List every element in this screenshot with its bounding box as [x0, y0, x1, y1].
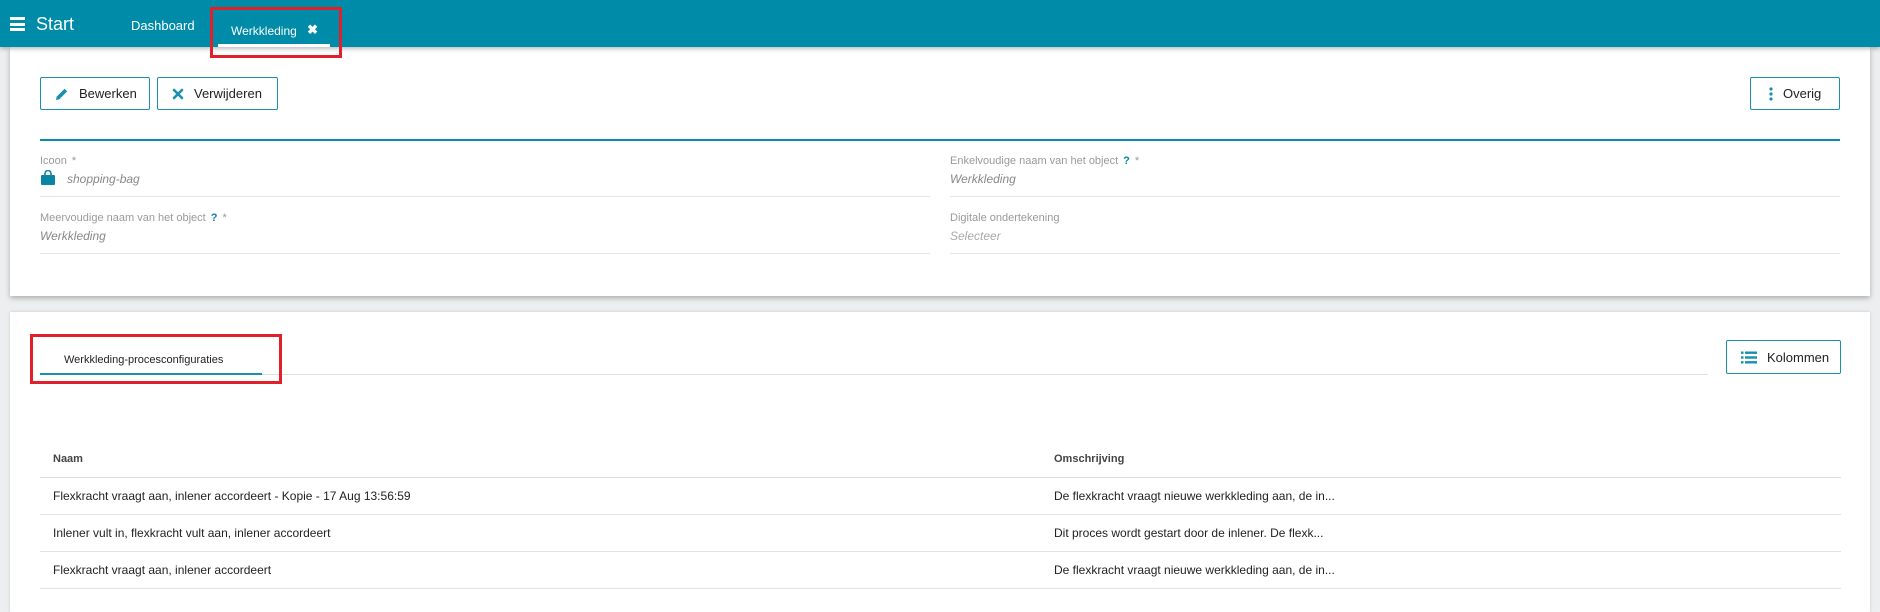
icon-field-value: shopping-bag: [67, 172, 140, 186]
record-details-card: Bewerken Verwijderen Overig Icoon * shopp…: [10, 47, 1870, 296]
list-icon: [1741, 351, 1757, 363]
vertical-dots-icon: [1769, 86, 1773, 101]
required-marker: *: [1134, 155, 1140, 167]
pencil-icon: [56, 88, 68, 100]
help-icon[interactable]: ?: [1123, 155, 1130, 167]
icon-field[interactable]: Icoon * shopping-bag: [40, 154, 930, 197]
plural-name-label: Meervoudige naam van het object? *: [40, 212, 227, 224]
cell-omschrijving: De flexkracht vraagt nieuwe werkkleding …: [1041, 551, 1841, 589]
plural-name-field[interactable]: Meervoudige naam van het object? * Werkkl…: [40, 211, 930, 254]
cell-naam: Inlener vult in, flexkracht vult aan, in…: [40, 514, 1041, 552]
more-options-button[interactable]: Overig: [1750, 77, 1840, 110]
table-row[interactable]: Inlener vult in, flexkracht vult aan, in…: [40, 514, 1841, 552]
tab-procesconfiguraties-label: Werkkleding-procesconfiguraties: [64, 354, 224, 366]
required-marker: *: [71, 155, 77, 167]
delete-button-label: Verwijderen: [194, 86, 262, 101]
cell-naam: Flexkracht vraagt aan, inlener accordeer…: [40, 551, 1041, 589]
section-divider: [40, 139, 1840, 141]
related-records-card: Werkkleding-procesconfiguraties Kolommen…: [10, 312, 1870, 612]
cell-naam: Flexkracht vraagt aan, inlener accordeer…: [40, 477, 1041, 515]
column-header-omschrijving[interactable]: Omschrijving: [1041, 440, 1841, 478]
top-navigation-bar: Start Dashboard Werkkleding ✖: [0, 0, 1880, 47]
columns-button[interactable]: Kolommen: [1726, 340, 1841, 374]
icon-field-label: Icoon *: [40, 155, 77, 167]
cell-omschrijving: Dit proces wordt gestart door de inlener…: [1041, 514, 1841, 552]
more-options-label: Overig: [1783, 86, 1822, 101]
digital-signature-label: Digitale ondertekening: [950, 212, 1060, 224]
singular-name-label: Enkelvoudige naam van het object? *: [950, 155, 1140, 167]
table-row[interactable]: Flexkracht vraagt aan, inlener accordeer…: [40, 551, 1841, 589]
singular-name-field[interactable]: Enkelvoudige naam van het object? * Werkk…: [950, 154, 1840, 197]
main-menu-button[interactable]: Start: [10, 14, 74, 34]
tab-dashboard[interactable]: Dashboard: [131, 18, 195, 33]
plural-name-value: Werkkleding: [40, 229, 106, 243]
digital-signature-select[interactable]: Selecteer: [950, 229, 1001, 243]
start-label: Start: [36, 14, 75, 34]
close-tab-icon[interactable]: ✖: [307, 22, 318, 38]
tab-werkkleding-label: Werkkleding: [231, 24, 297, 38]
edit-button[interactable]: Bewerken: [40, 77, 150, 110]
table-row[interactable]: Flexkracht vraagt aan, inlener accordeer…: [40, 477, 1841, 515]
tab-procesconfiguraties[interactable]: Werkkleding-procesconfiguraties: [40, 352, 262, 375]
cross-icon: [172, 88, 184, 99]
cell-omschrijving: De flexkracht vraagt nieuwe werkkleding …: [1041, 477, 1841, 515]
table-header-row: Naam Omschrijving: [40, 440, 1841, 478]
help-icon[interactable]: ?: [211, 212, 218, 224]
tab-werkkleding[interactable]: Werkkleding ✖: [218, 17, 330, 47]
delete-button[interactable]: Verwijderen: [157, 77, 278, 110]
singular-name-value: Werkkleding: [950, 172, 1016, 186]
hamburger-menu-icon: [10, 17, 25, 31]
column-header-naam[interactable]: Naam: [40, 440, 1041, 478]
tab-strip-line: [40, 374, 1708, 375]
required-marker: *: [222, 212, 227, 224]
shopping-bag-icon: [41, 170, 55, 185]
edit-button-label: Bewerken: [79, 86, 137, 101]
columns-button-label: Kolommen: [1767, 349, 1830, 365]
digital-signature-field[interactable]: Digitale ondertekening Selecteer: [950, 211, 1840, 254]
procesconfiguraties-table: Naam Omschrijving Flexkracht vraagt aan,…: [40, 440, 1841, 589]
